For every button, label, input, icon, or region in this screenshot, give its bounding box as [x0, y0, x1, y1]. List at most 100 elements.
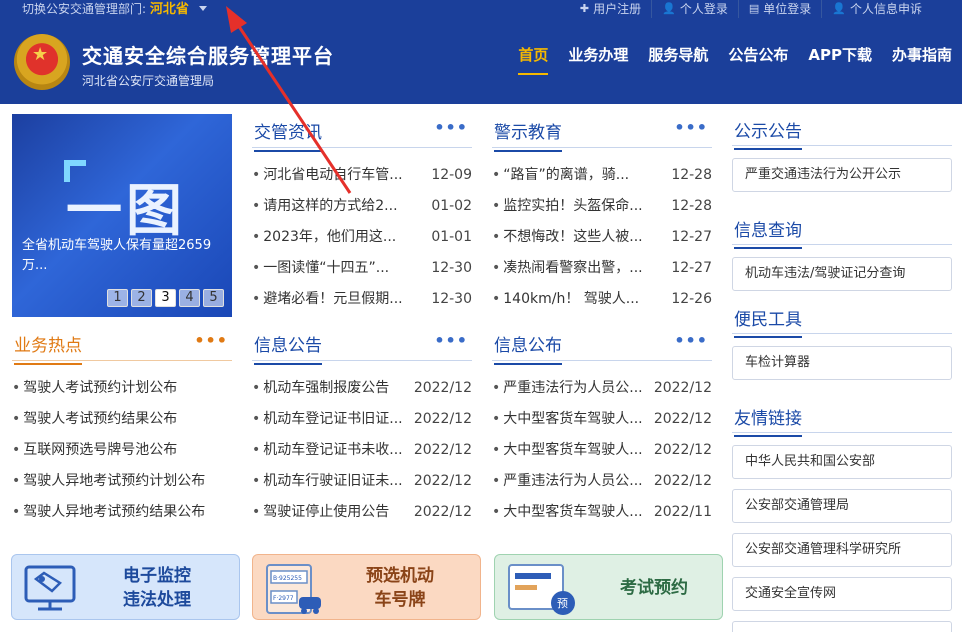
list-item[interactable]: 2023年，他们用这...01-01: [252, 222, 472, 253]
info-publish-title[interactable]: 信息公布: [494, 331, 562, 365]
more-icon[interactable]: •••: [434, 118, 468, 137]
traffic-news-header: 交管资讯 •••: [252, 114, 472, 152]
site-header: ★ 交通安全综合服务管理平台 河北省公安厅交通管理局 首页 业务办理 服务导航 …: [0, 22, 962, 104]
tools-title[interactable]: 便民工具: [734, 305, 802, 338]
info-publish-header: 信息公布 •••: [492, 327, 712, 365]
list-item[interactable]: 凑热闹看警察出警，...12-27: [492, 253, 712, 284]
slider-page-1[interactable]: 1: [107, 289, 128, 307]
list-item[interactable]: 140km/h！ 驾驶人...12-26: [492, 284, 712, 315]
list-item[interactable]: 大中型客货车驾驶人...2022/12: [492, 404, 712, 435]
more-icon[interactable]: •••: [674, 331, 708, 350]
company-login-label: 单位登录: [763, 2, 812, 16]
register-link[interactable]: ✚ 用户注册: [570, 0, 651, 18]
list-item[interactable]: 互联网预选号牌号池公布: [12, 435, 232, 466]
inspection-calculator-link[interactable]: 车检计算器: [732, 346, 952, 380]
nav-app-download[interactable]: APP下载: [808, 44, 872, 75]
province-selector[interactable]: 河北省: [150, 2, 189, 17]
site-title[interactable]: 交通安全综合服务管理平台: [82, 40, 334, 69]
list-item[interactable]: 驾驶人考试预约计划公布: [12, 373, 232, 404]
list-item[interactable]: 河北省电动自行车管...12-09: [252, 160, 472, 191]
caret-down-icon[interactable]: [198, 6, 207, 11]
hot-business-header: 业务热点 •••: [12, 327, 232, 365]
info-notice-header: 信息公告 •••: [252, 327, 472, 365]
list-item[interactable]: 严重违法行为人员公...2022/12: [492, 466, 712, 497]
slider-page-5[interactable]: 5: [203, 289, 224, 307]
nav-business[interactable]: 业务办理: [568, 44, 628, 75]
department-switcher[interactable]: 切换公安交通管理部门: 河北省: [22, 0, 207, 19]
slider-caption[interactable]: 全省机动车驾驶人保有量超2659万...: [22, 236, 222, 276]
exam-badge-label: 预: [557, 597, 568, 610]
plate-selection-card[interactable]: B·925255 F·2977 预选机动 车号牌: [252, 554, 481, 620]
nav-guide[interactable]: 办事指南: [892, 44, 952, 75]
exam-booking-card[interactable]: 预 考试预约: [494, 554, 723, 620]
list-item[interactable]: 不想悔改！这些人被...12-27: [492, 222, 712, 253]
slider-page-2[interactable]: 2: [131, 289, 152, 307]
plate-sample-2: F·2977: [273, 595, 294, 602]
top-bar: 切换公安交通管理部门: 河北省 ✚ 用户注册 👤 个人登录 ▤ 单位登录 👤 个…: [0, 0, 962, 22]
public-notice-link[interactable]: 严重交通违法行为公开公示: [732, 158, 952, 192]
news-slider[interactable]: 一图 全省机动车驾驶人保有量超2659万... 1 2 3 4 5: [12, 114, 232, 317]
warning-education-list: “路盲”的离谱，骑...12-28 监控实拍！头盔保命...12-28 不想悔改…: [492, 160, 712, 315]
user-icon: 👤: [832, 2, 846, 15]
public-notice-header: 公示公告: [732, 114, 952, 150]
more-icon[interactable]: •••: [434, 331, 468, 350]
more-icon[interactable]: •••: [674, 118, 708, 137]
list-item[interactable]: 避堵必看！元旦假期...12-30: [252, 284, 472, 315]
list-item[interactable]: 机动车行驶证旧证未...2022/12: [252, 466, 472, 497]
list-item[interactable]: 驾驶人异地考试预约计划公布: [12, 466, 232, 497]
public-notice-title[interactable]: 公示公告: [734, 117, 802, 150]
personal-login-label: 个人登录: [679, 2, 728, 16]
personal-login-link[interactable]: 👤 个人登录: [651, 0, 738, 18]
hot-business-list: 驾驶人考试预约计划公布 驾驶人考试预约结果公布 互联网预选号牌号池公布 驾驶人异…: [12, 373, 232, 528]
top-links: ✚ 用户注册 👤 个人登录 ▤ 单位登录 👤 个人信息申诉: [570, 0, 932, 18]
friendly-link-item[interactable]: [732, 621, 952, 632]
monitor-icon: [24, 565, 76, 611]
register-label: 用户注册: [593, 2, 642, 16]
appeal-link[interactable]: 👤 个人信息申诉: [821, 0, 932, 18]
friendly-link-item[interactable]: 交通安全宣传网: [732, 577, 952, 611]
list-item[interactable]: 一图读懂“十四五”...12-30: [252, 253, 472, 284]
list-item[interactable]: 机动车登记证书旧证...2022/12: [252, 404, 472, 435]
main-nav: 首页 业务办理 服务导航 公告公布 APP下载 办事指南: [518, 44, 952, 75]
list-item[interactable]: “路盲”的离谱，骑...12-28: [492, 160, 712, 191]
warning-education-header: 警示教育 •••: [492, 114, 712, 152]
hot-business-title[interactable]: 业务热点: [14, 331, 82, 365]
list-item[interactable]: 驾驶人异地考试预约结果公布: [12, 497, 232, 528]
list-item[interactable]: 驾驶人考试预约结果公布: [12, 404, 232, 435]
friendly-link-item[interactable]: 公安部交通管理局: [732, 489, 952, 523]
warning-education-title[interactable]: 警示教育: [494, 118, 562, 152]
list-item[interactable]: 请用这样的方式给2...01-02: [252, 191, 472, 222]
list-item[interactable]: 大中型客货车驾驶人...2022/12: [492, 435, 712, 466]
more-icon[interactable]: •••: [194, 331, 228, 350]
nav-home[interactable]: 首页: [518, 44, 549, 75]
tools-header: 便民工具: [732, 302, 952, 338]
friendly-links-header: 友情链接: [732, 401, 952, 437]
traffic-news-title[interactable]: 交管资讯: [254, 118, 322, 152]
violation-query-link[interactable]: 机动车违法/驾驶证记分查询: [732, 257, 952, 291]
traffic-news-list: 河北省电动自行车管...12-09 请用这样的方式给2...01-02 2023…: [252, 160, 472, 315]
info-notice-title[interactable]: 信息公告: [254, 331, 322, 365]
plus-icon: ✚: [579, 2, 590, 15]
list-item[interactable]: 机动车登记证书未收...2022/12: [252, 435, 472, 466]
friendly-links-title[interactable]: 友情链接: [734, 404, 802, 437]
license-plate-icon: B·925255 F·2977: [266, 564, 321, 614]
slider-page-4[interactable]: 4: [179, 289, 200, 307]
nav-announcements[interactable]: 公告公布: [728, 44, 788, 75]
star-icon: ★: [32, 44, 49, 65]
list-item[interactable]: 机动车强制报废公告2022/12: [252, 373, 472, 404]
info-publish-list: 严重违法行为人员公...2022/12 大中型客货车驾驶人...2022/12 …: [492, 373, 712, 528]
nav-service-guide[interactable]: 服务导航: [648, 44, 708, 75]
list-item[interactable]: 严重违法行为人员公...2022/12: [492, 373, 712, 404]
exam-booking-label: 考试预约: [620, 578, 688, 598]
police-emblem-logo[interactable]: ★: [14, 34, 70, 90]
company-login-link[interactable]: ▤ 单位登录: [737, 0, 821, 18]
friendly-link-item[interactable]: 公安部交通管理科学研究所: [732, 533, 952, 567]
friendly-link-item[interactable]: 中华人民共和国公安部: [732, 445, 952, 479]
list-item[interactable]: 大中型客货车驾驶人...2022/11: [492, 497, 712, 528]
list-item[interactable]: 监控实拍！头盔保命...12-28: [492, 191, 712, 222]
info-query-title[interactable]: 信息查询: [734, 216, 802, 249]
list-item[interactable]: 驾驶证停止使用公告2022/12: [252, 497, 472, 528]
slider-page-3[interactable]: 3: [155, 289, 176, 307]
exam-form-icon: 预: [508, 564, 575, 615]
e-monitor-card[interactable]: 电子监控 违法处理: [11, 554, 240, 620]
